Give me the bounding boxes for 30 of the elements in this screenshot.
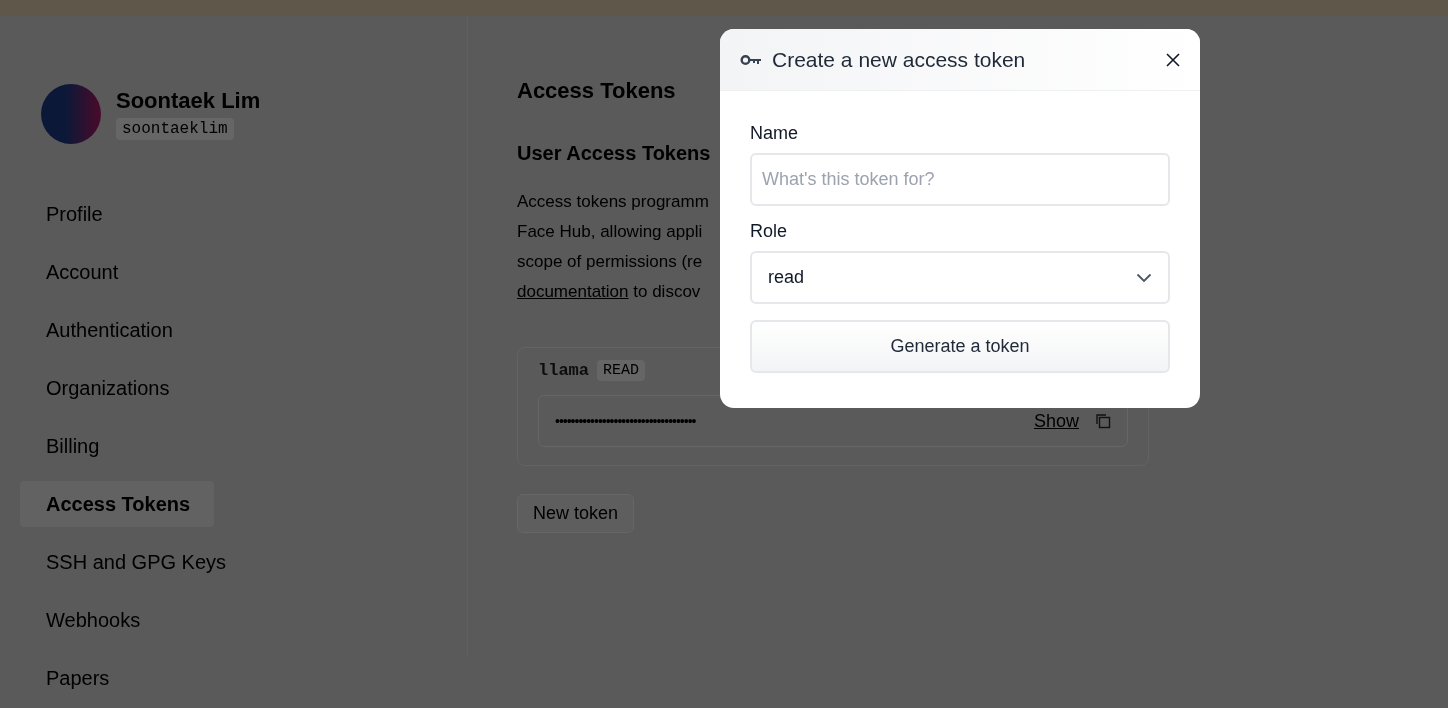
sidebar-item[interactable]: SSH and GPG Keys (20, 542, 251, 600)
role-dropdown[interactable]: read (750, 251, 1170, 304)
show-link[interactable]: Show (1033, 410, 1079, 432)
sidebar-item[interactable]: Webhooks (20, 600, 165, 658)
sidebar-item[interactable]: Papers (20, 658, 134, 708)
section-title: User Access Tokens (517, 142, 712, 165)
key-icon (740, 53, 762, 66)
sidebar-item[interactable]: Account (20, 252, 143, 310)
username-tag: soontaeklim (116, 118, 234, 140)
chevron-down-icon (1136, 272, 1152, 283)
masked-token: •••••••••••••••••••••••••••••••••••• (555, 413, 697, 429)
dialog-title: Create a new access token (772, 47, 1027, 72)
avatar (41, 84, 101, 144)
new-token-button[interactable]: New token (517, 494, 635, 533)
token-name: llama (538, 361, 589, 380)
sidebar-item[interactable]: Organizations (20, 368, 194, 426)
sidebar-item[interactable]: Profile (20, 194, 127, 252)
copy-icon[interactable] (1095, 413, 1111, 429)
page-title: Access Tokens (517, 78, 677, 104)
sidebar-item[interactable]: Billing (20, 426, 124, 484)
profile-name: Soontaek Lim (116, 88, 261, 114)
role-tag: READ (597, 360, 646, 381)
sidebar-item[interactable]: Authentication (20, 310, 197, 368)
name-input[interactable]: What's this token for? (750, 153, 1170, 206)
documentation-link[interactable]: documentation (517, 282, 629, 301)
field-label: Role (750, 221, 789, 242)
generate-token-button[interactable]: Generate a token (750, 320, 1170, 373)
sidebar-item[interactable]: Access Tokens (20, 481, 215, 527)
close-icon[interactable] (1166, 52, 1180, 67)
field-label: Name (750, 123, 799, 144)
